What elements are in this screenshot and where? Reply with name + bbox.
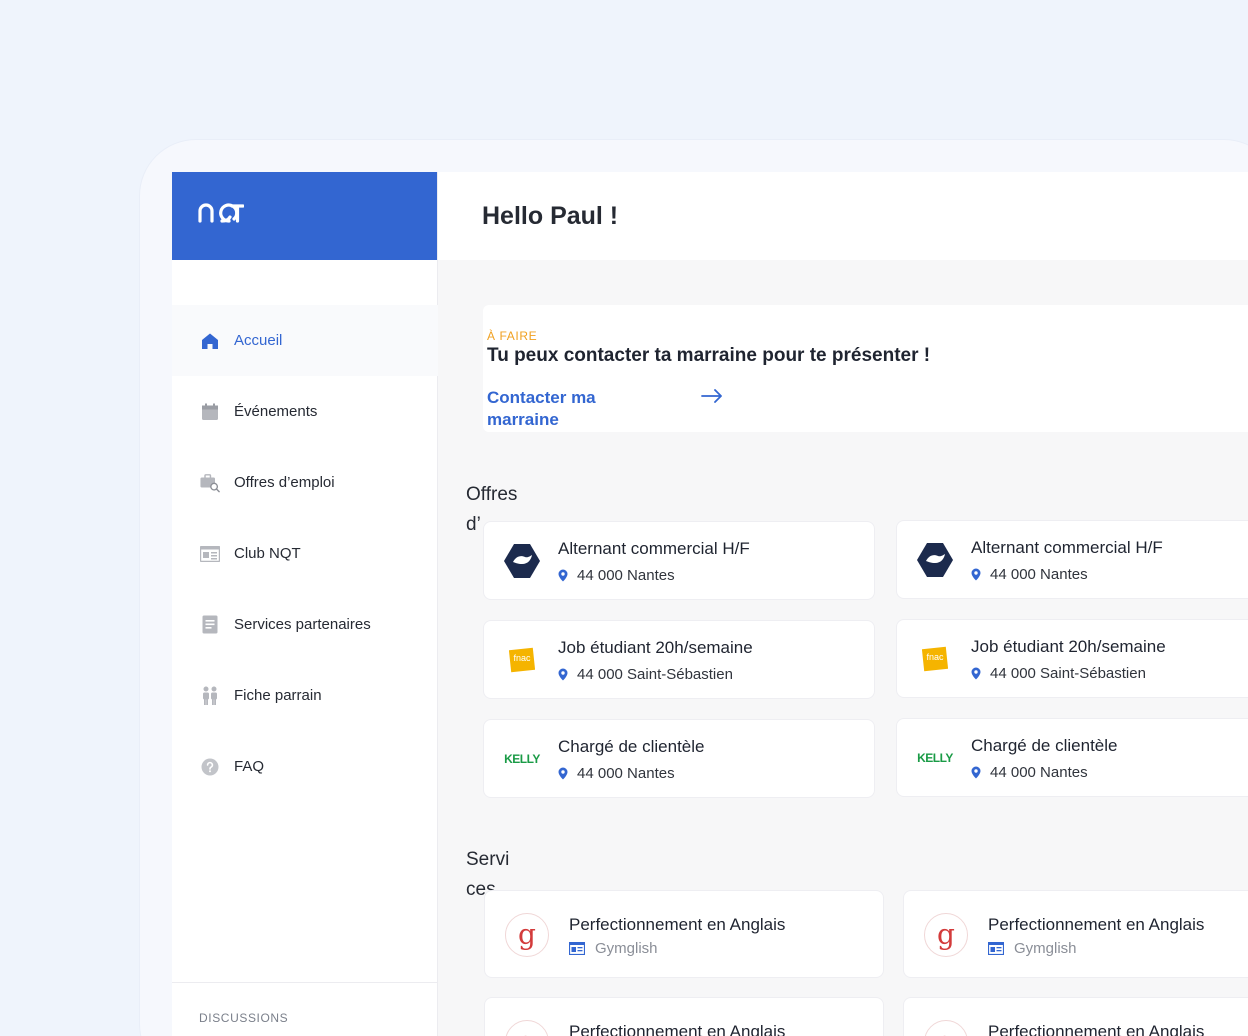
job-location: 44 000 Nantes bbox=[558, 765, 675, 782]
job-card[interactable]: fnac Job étudiant 20h/semaine 44 000 Sai… bbox=[896, 619, 1248, 698]
home-icon bbox=[200, 331, 220, 351]
nqt-logo[interactable] bbox=[198, 202, 245, 230]
calendar-icon bbox=[200, 402, 220, 422]
job-title: Job étudiant 20h/semaine bbox=[971, 637, 1166, 656]
service-provider: Gymglish bbox=[988, 940, 1077, 957]
sidebar-item-services-partenaires[interactable]: Services partenaires bbox=[172, 589, 438, 660]
fnac-logo: fnac bbox=[502, 640, 542, 680]
job-location-text: 44 000 Saint-Sébastien bbox=[577, 666, 733, 683]
arrow-right-icon[interactable] bbox=[701, 389, 723, 408]
kelly-logo: KELLY bbox=[915, 738, 955, 778]
todo-title: Tu peux contacter ta marraine pour te pr… bbox=[487, 345, 931, 366]
gymglish-logo: g bbox=[924, 1020, 968, 1036]
job-title: Job étudiant 20h/semaine bbox=[558, 638, 753, 657]
help-icon bbox=[200, 757, 220, 777]
service-provider-name: Gymglish bbox=[1014, 940, 1077, 957]
sidebar: Accueil Événements Offres d’emploi Club … bbox=[172, 172, 438, 1036]
fnac-logo-text: fnac bbox=[926, 652, 944, 662]
gymglish-logo: g bbox=[505, 1020, 549, 1036]
job-location: 44 000 Nantes bbox=[971, 764, 1088, 781]
contact-marraine-link[interactable]: Contacter ma marraine bbox=[487, 387, 627, 431]
job-location-text: 44 000 Nantes bbox=[990, 566, 1088, 583]
location-pin-icon bbox=[971, 667, 981, 680]
sidebar-item-faq[interactable]: FAQ bbox=[172, 731, 438, 802]
location-pin-icon bbox=[558, 668, 568, 681]
job-location-text: 44 000 Saint-Sébastien bbox=[990, 665, 1146, 682]
service-title: Perfectionnement en Anglais bbox=[988, 1022, 1205, 1036]
job-title: Chargé de clientèle bbox=[971, 736, 1118, 755]
location-pin-icon bbox=[558, 767, 568, 780]
sidebar-item-label: Accueil bbox=[234, 332, 283, 349]
job-location: 44 000 Nantes bbox=[971, 566, 1088, 583]
location-pin-icon bbox=[971, 568, 981, 581]
job-location-text: 44 000 Nantes bbox=[577, 765, 675, 782]
people-icon bbox=[200, 686, 220, 706]
job-title: Alternant commercial H/F bbox=[971, 538, 1163, 557]
job-location: 44 000 Saint-Sébastien bbox=[558, 666, 733, 683]
location-pin-icon bbox=[558, 569, 568, 582]
todo-tag: À FAIRE bbox=[487, 329, 538, 343]
service-title: Perfectionnement en Anglais bbox=[988, 915, 1205, 934]
job-search-icon bbox=[200, 473, 220, 493]
sidebar-item-club-nqt[interactable]: Club NQT bbox=[172, 518, 438, 589]
job-card[interactable]: fnac Job étudiant 20h/semaine 44 000 Sai… bbox=[483, 620, 875, 699]
sidebar-item-label: Services partenaires bbox=[234, 616, 371, 633]
sidebar-item-label: Offres d’emploi bbox=[234, 474, 335, 491]
kelly-logo-text: KELLY bbox=[917, 751, 953, 765]
discussions-heading: DISCUSSIONS bbox=[172, 982, 438, 1025]
job-card[interactable]: Alternant commercial H/F 44 000 Nantes bbox=[483, 521, 875, 600]
service-title: Perfectionnement en Anglais bbox=[569, 915, 786, 934]
service-card[interactable]: g Perfectionnement en Anglais bbox=[484, 997, 884, 1036]
offers-title-line1: Offres bbox=[466, 484, 518, 505]
job-card[interactable]: Alternant commercial H/F 44 000 Nantes bbox=[896, 520, 1248, 599]
hexagon-logo bbox=[915, 540, 955, 580]
document-icon bbox=[200, 615, 220, 635]
gymglish-logo: g bbox=[924, 913, 968, 957]
job-card[interactable]: KELLY Chargé de clientèle 44 000 Nantes bbox=[483, 719, 875, 798]
provider-icon bbox=[569, 942, 585, 955]
kelly-logo-text: KELLY bbox=[504, 752, 540, 766]
sidebar-item-evenements[interactable]: Événements bbox=[172, 376, 438, 447]
service-provider: Gymglish bbox=[569, 940, 658, 957]
service-title: Perfectionnement en Anglais bbox=[569, 1022, 786, 1036]
gymglish-logo: g bbox=[505, 913, 549, 957]
top-bar: Hello Paul ! bbox=[438, 172, 1248, 260]
fnac-logo: fnac bbox=[915, 639, 955, 679]
sidebar-item-accueil[interactable]: Accueil bbox=[172, 305, 438, 376]
job-location-text: 44 000 Nantes bbox=[990, 764, 1088, 781]
fnac-logo-text: fnac bbox=[513, 653, 531, 663]
job-location: 44 000 Nantes bbox=[558, 567, 675, 584]
newspaper-icon bbox=[200, 544, 220, 564]
service-card[interactable]: g Perfectionnement en Anglais Gymglish bbox=[484, 890, 884, 978]
sidebar-item-label: Club NQT bbox=[234, 545, 301, 562]
job-title: Chargé de clientèle bbox=[558, 737, 705, 756]
service-provider-name: Gymglish bbox=[595, 940, 658, 957]
todo-card: À FAIRE Tu peux contacter ta marraine po… bbox=[483, 305, 1248, 432]
sidebar-item-fiche-parrain[interactable]: Fiche parrain bbox=[172, 660, 438, 731]
location-pin-icon bbox=[971, 766, 981, 779]
job-location: 44 000 Saint-Sébastien bbox=[971, 665, 1146, 682]
sidebar-item-label: Événements bbox=[234, 403, 318, 420]
sidebar-nav: Accueil Événements Offres d’emploi Club … bbox=[172, 305, 438, 802]
brand-header bbox=[172, 172, 437, 260]
provider-icon bbox=[988, 942, 1004, 955]
job-title: Alternant commercial H/F bbox=[558, 539, 750, 558]
service-card[interactable]: g Perfectionnement en Anglais bbox=[903, 997, 1248, 1036]
sidebar-item-label: Fiche parrain bbox=[234, 687, 322, 704]
job-location-text: 44 000 Nantes bbox=[577, 567, 675, 584]
app-screen: Accueil Événements Offres d’emploi Club … bbox=[172, 172, 1248, 1036]
sidebar-item-label: FAQ bbox=[234, 758, 265, 775]
kelly-logo: KELLY bbox=[502, 739, 542, 779]
job-card[interactable]: KELLY Chargé de clientèle 44 000 Nantes bbox=[896, 718, 1248, 797]
hexagon-logo bbox=[502, 541, 542, 581]
sidebar-item-offres-emploi[interactable]: Offres d’emploi bbox=[172, 447, 438, 518]
service-card[interactable]: g Perfectionnement en Anglais Gymglish bbox=[903, 890, 1248, 978]
services-title-line1: Servi bbox=[466, 849, 510, 870]
page-title: Hello Paul ! bbox=[482, 201, 619, 230]
